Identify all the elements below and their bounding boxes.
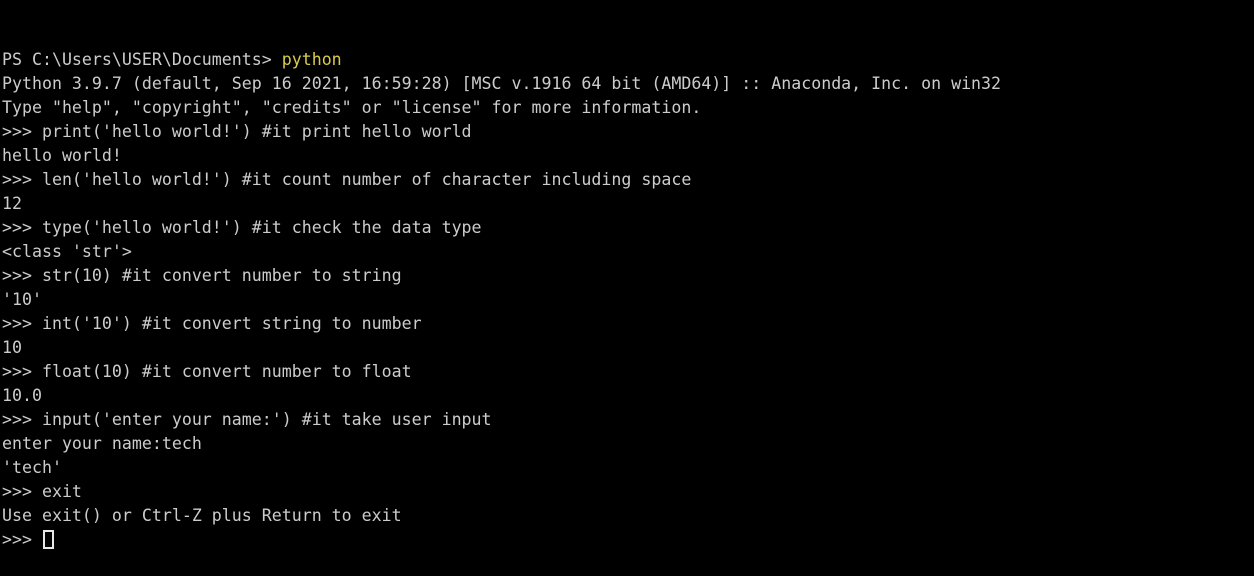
input-line: >>> exit [0, 480, 1254, 504]
terminal-text-segment: Use exit() or Ctrl-Z plus Return to exit [2, 506, 402, 525]
terminal-text-segment: 10 [2, 338, 22, 357]
active-prompt-line[interactable]: >>> [0, 528, 1254, 552]
input-line: >>> type('hello world!') #it check the d… [0, 216, 1254, 240]
terminal-output: PS C:\Users\USER\Documents> python Python… [0, 48, 1254, 552]
terminal-text-segment: >>> len('hello world!') #it count number… [2, 170, 692, 189]
terminal-text-segment: <class 'str'> [2, 242, 132, 261]
terminal-text-segment: >>> [2, 530, 42, 549]
terminal-text-segment: '10' [2, 290, 42, 309]
output-line: <class 'str'> [0, 240, 1254, 264]
output-line: '10' [0, 288, 1254, 312]
terminal-text-segment: 12 [2, 194, 22, 213]
terminal-text-segment: python [281, 50, 342, 69]
terminal-window[interactable]: PS C:\Users\USER\Documents> python Python… [0, 0, 1254, 549]
terminal-text-segment: >>> input('enter your name:') #it take u… [2, 410, 492, 429]
input-line: >>> int('10') #it convert string to numb… [0, 312, 1254, 336]
output-line: 'tech' [0, 456, 1254, 480]
text-cursor [42, 530, 54, 549]
output-line: Python 3.9.7 (default, Sep 16 2021, 16:5… [0, 72, 1254, 96]
input-line: >>> print('hello world!') #it print hell… [0, 120, 1254, 144]
terminal-text-segment: 'tech' [2, 458, 62, 477]
input-line: >>> float(10) #it convert number to floa… [0, 360, 1254, 384]
output-line: Use exit() or Ctrl-Z plus Return to exit [0, 504, 1254, 528]
terminal-text-segment: >>> int('10') #it convert string to numb… [2, 314, 422, 333]
output-line: 10 [0, 336, 1254, 360]
output-line: Type "help", "copyright", "credits" or "… [0, 96, 1254, 120]
terminal-text-segment: PS C:\Users\USER\Documents> [2, 50, 282, 69]
output-line: 10.0 [0, 384, 1254, 408]
output-line: enter your name:tech [0, 432, 1254, 456]
terminal-text-segment: hello world! [2, 146, 122, 165]
terminal-text-segment: >>> float(10) #it convert number to floa… [2, 362, 412, 381]
terminal-text-segment: Python 3.9.7 (default, Sep 16 2021, 16:5… [2, 74, 1002, 93]
terminal-text-segment: >>> str(10) #it convert number to string [2, 266, 402, 285]
terminal-text-segment: >>> print('hello world!') #it print hell… [2, 122, 472, 141]
shell-prompt-line: PS C:\Users\USER\Documents> python [0, 48, 1254, 72]
terminal-text-segment: >>> type('hello world!') #it check the d… [2, 218, 482, 237]
terminal-text-segment: >>> exit [2, 482, 82, 501]
terminal-text-segment: 10.0 [2, 386, 42, 405]
input-line: >>> len('hello world!') #it count number… [0, 168, 1254, 192]
terminal-text-segment: enter your name:tech [2, 434, 202, 453]
output-line: hello world! [0, 144, 1254, 168]
output-line: 12 [0, 192, 1254, 216]
input-line: >>> input('enter your name:') #it take u… [0, 408, 1254, 432]
terminal-text-segment: Type "help", "copyright", "credits" or "… [2, 98, 702, 117]
input-line: >>> str(10) #it convert number to string [0, 264, 1254, 288]
